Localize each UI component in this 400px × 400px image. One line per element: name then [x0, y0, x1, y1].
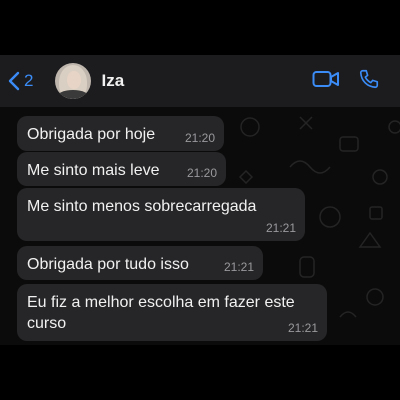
message-text: Me sinto mais leve — [27, 162, 160, 179]
message-text: Obrigada por hoje — [27, 126, 156, 143]
message-text: Eu fiz a melhor escolha em fazer este cu… — [27, 294, 295, 332]
message-text: Me sinto menos sobrecarregada — [27, 198, 257, 215]
message-bubble[interactable]: Obrigada por hoje 21:20 — [17, 116, 224, 151]
avatar[interactable] — [55, 63, 92, 99]
message-time: 21:20 — [184, 131, 215, 145]
message-time: 21:21 — [265, 221, 296, 235]
unread-count: 2 — [24, 71, 34, 90]
message-time: 21:20 — [186, 166, 217, 180]
back-button[interactable]: 2 — [8, 71, 33, 91]
video-camera-icon — [312, 69, 340, 94]
bottom-area — [0, 345, 400, 400]
chevron-left-icon — [8, 71, 20, 91]
message-bubble[interactable]: Me sinto mais leve 21:20 — [17, 152, 226, 186]
message-list[interactable]: Obrigada por hoje 21:20 Me sinto mais le… — [0, 107, 400, 345]
voice-call-button[interactable] — [358, 68, 380, 95]
status-bar-area — [0, 0, 400, 55]
message-bubble[interactable]: Obrigada por tudo isso 21:21 — [17, 246, 263, 280]
message-text: Obrigada por tudo isso — [27, 256, 189, 273]
message-time: 21:21 — [287, 321, 318, 335]
message-time: 21:21 — [223, 260, 254, 274]
message-bubble[interactable]: Eu fiz a melhor escolha em fazer este cu… — [17, 284, 327, 341]
phone-icon — [358, 68, 380, 95]
contact-name[interactable]: Iza — [101, 71, 124, 91]
message-bubble[interactable]: Me sinto menos sobrecarregada 21:21 — [17, 188, 305, 241]
chat-header: 2 Iza — [0, 55, 400, 107]
video-call-button[interactable] — [312, 69, 340, 94]
